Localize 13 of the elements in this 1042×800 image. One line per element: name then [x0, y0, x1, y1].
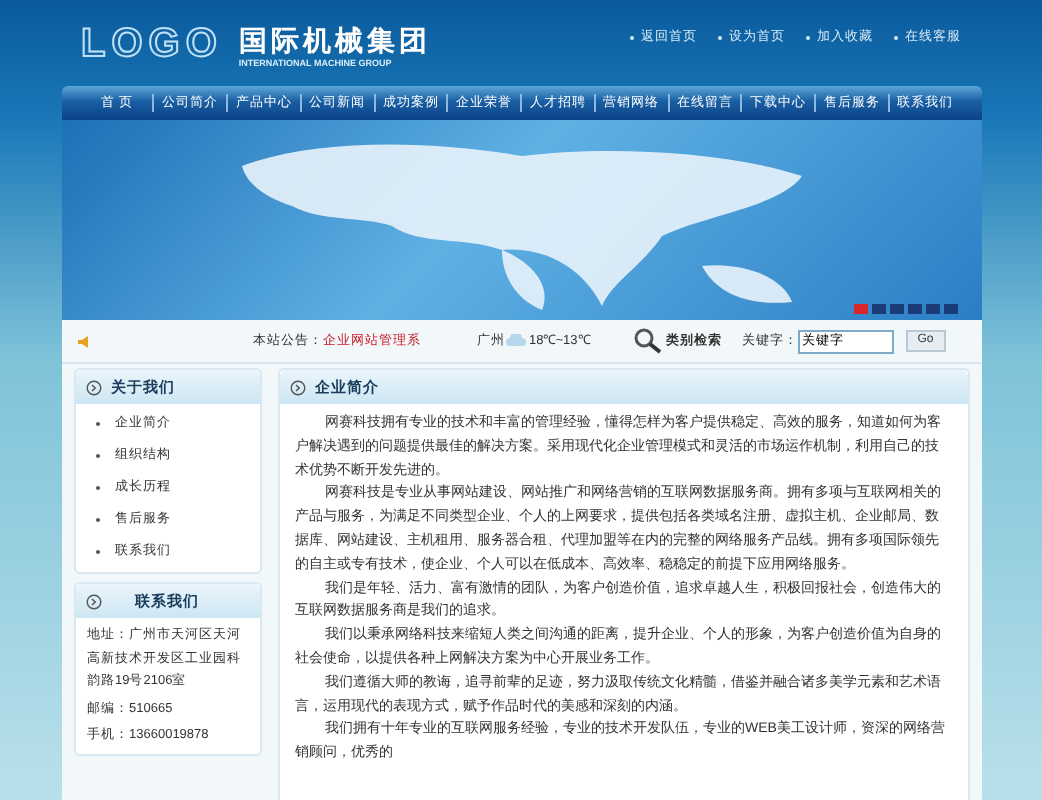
- chevron-circle-icon: [85, 593, 101, 609]
- logo: LOGO: [81, 24, 223, 64]
- speaker-icon: [77, 333, 93, 349]
- slide-indicator[interactable]: [925, 304, 939, 314]
- company-name: 国际机械集团: [238, 24, 431, 56]
- chevron-circle-icon: [85, 379, 101, 395]
- cloud-icon: [505, 334, 525, 348]
- search-icon: [633, 328, 662, 354]
- slide-indicator[interactable]: [943, 304, 957, 314]
- slide-indicator[interactable]: [889, 304, 903, 314]
- slide-indicator[interactable]: [871, 304, 885, 314]
- slide-indicator[interactable]: [907, 304, 921, 314]
- chevron-circle-icon: [289, 379, 305, 395]
